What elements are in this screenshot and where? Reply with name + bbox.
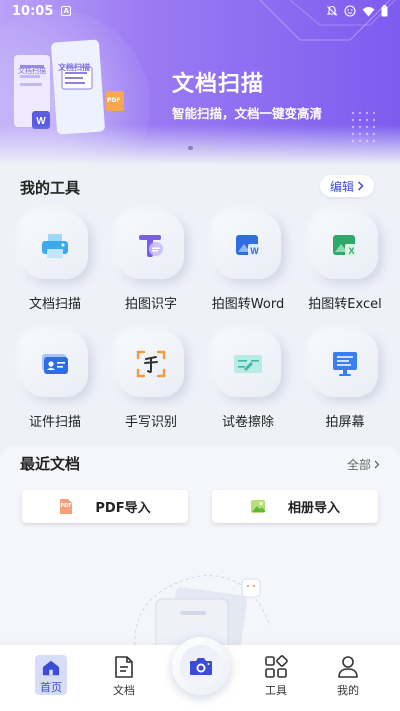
tool-icon-bg [118,331,184,397]
tool-icon-bg [312,331,378,397]
edit-tools-button[interactable]: 编辑 [320,175,374,197]
tool-label: 拍屏幕 [325,415,365,430]
battery-icon [381,5,388,17]
nav-tools-label: 工具 [265,684,287,697]
grid-icon [265,655,288,678]
recent-docs-title: 最近文档 [20,455,81,473]
nav-tools[interactable]: 工具 [246,655,306,698]
pager-dot [197,146,201,150]
pdf-icon-label: PDF [60,503,72,509]
illustration-doc-text: 文档扫描 [58,63,90,72]
nav-home-label: 首页 [40,681,62,694]
pager-dot [205,146,209,150]
svg-text:W: W [36,116,46,127]
chevron-right-icon [357,181,364,191]
nav-home[interactable]: 首页 [21,655,81,695]
my-tools-section: 我的工具 编辑 文档扫描 拍图识字 W 拍图转Word X 拍图转Excel 证… [0,165,400,435]
pdf-file-icon: PDF [59,498,73,515]
view-all-link[interactable]: 全部 [347,456,380,473]
tool-icon-bg [118,213,184,279]
tool-handwriting[interactable]: 手写识别 [103,331,199,430]
banner-illustration: W [10,35,130,145]
tool-photo-ocr[interactable]: 拍图识字 [103,213,199,312]
tool-icon-bg [215,331,281,397]
face-icon [344,5,356,17]
camera-icon [190,658,212,675]
tool-icon-bg [22,331,88,397]
tool-photo-to-excel[interactable]: X 拍图转Excel [297,213,393,312]
nav-profile-label: 我的 [337,684,359,697]
tool-screen-capture[interactable]: 拍屏幕 [297,331,393,430]
tool-label: 证件扫描 [28,415,81,430]
edit-label: 编辑 [329,179,354,194]
camera-button[interactable] [172,637,230,695]
status-time: 10:05 [12,3,54,19]
tool-label: 拍图转Excel [308,297,382,312]
wifi-icon [362,6,375,16]
tool-exam-erase[interactable]: 试卷擦除 [200,331,296,430]
pager-dot-active [188,146,193,150]
tool-photo-to-word[interactable]: W 拍图转Word [200,213,296,312]
text-recognition-icon [139,235,163,257]
excel-icon: X [333,235,358,257]
banner-subtitle: 智能扫描，文档一键变高清 [172,106,323,121]
album-import-button[interactable]: 相册导入 [212,490,378,523]
id-card-icon [42,354,68,374]
tool-icon-bg: X [312,213,378,279]
svg-text:X: X [348,246,354,256]
status-bar: 10:05 A [0,0,400,22]
view-all-label: 全部 [346,458,371,472]
nav-documents-label: 文档 [113,684,135,697]
screen-icon [333,352,357,376]
my-tools-title: 我的工具 [20,179,81,197]
gallery-icon [250,500,265,513]
banner[interactable]: W 文档扫描 文档扫描 PDF 文档扫描 智能扫描，文档一键变高清 [0,0,400,165]
pdf-import-button[interactable]: PDF PDF导入 [22,490,188,523]
user-icon [338,656,358,678]
nav-documents[interactable]: 文档 [94,655,154,698]
chevron-right-icon [374,460,380,469]
eraser-icon [234,355,262,373]
banner-pager [188,146,209,150]
illustration-pdf-badge: PDF [107,97,121,104]
tool-label: 手写识别 [124,415,177,430]
tool-icon-bg: W [215,213,281,279]
svg-text:W: W [250,246,259,256]
nav-profile[interactable]: 我的 [318,655,378,698]
camera-button-inner [180,645,222,687]
tool-label: 拍图识字 [124,297,177,312]
album-import-label: 相册导入 [287,501,340,516]
tool-document-scan[interactable]: 文档扫描 [7,213,103,312]
tool-label: 文档扫描 [28,297,81,312]
mute-icon [326,5,338,16]
tool-id-scan[interactable]: 证件扫描 [7,331,103,430]
dot-grid-decoration [351,111,376,143]
home-icon [42,660,60,676]
pdf-import-label: PDF导入 [95,501,151,516]
tool-label: 拍图转Word [211,297,285,312]
illustration-doc-text-back: 文档扫描 [18,67,46,75]
notification-badge: A [61,6,72,16]
tool-icon-bg [22,213,88,279]
printer-icon [42,234,68,258]
handwriting-icon [136,350,166,378]
word-icon: W [236,235,261,257]
document-icon [115,656,133,678]
tool-label: 试卷擦除 [221,415,274,430]
banner-title: 文档扫描 [172,72,265,97]
nav-home-highlight: 首页 [35,655,67,695]
